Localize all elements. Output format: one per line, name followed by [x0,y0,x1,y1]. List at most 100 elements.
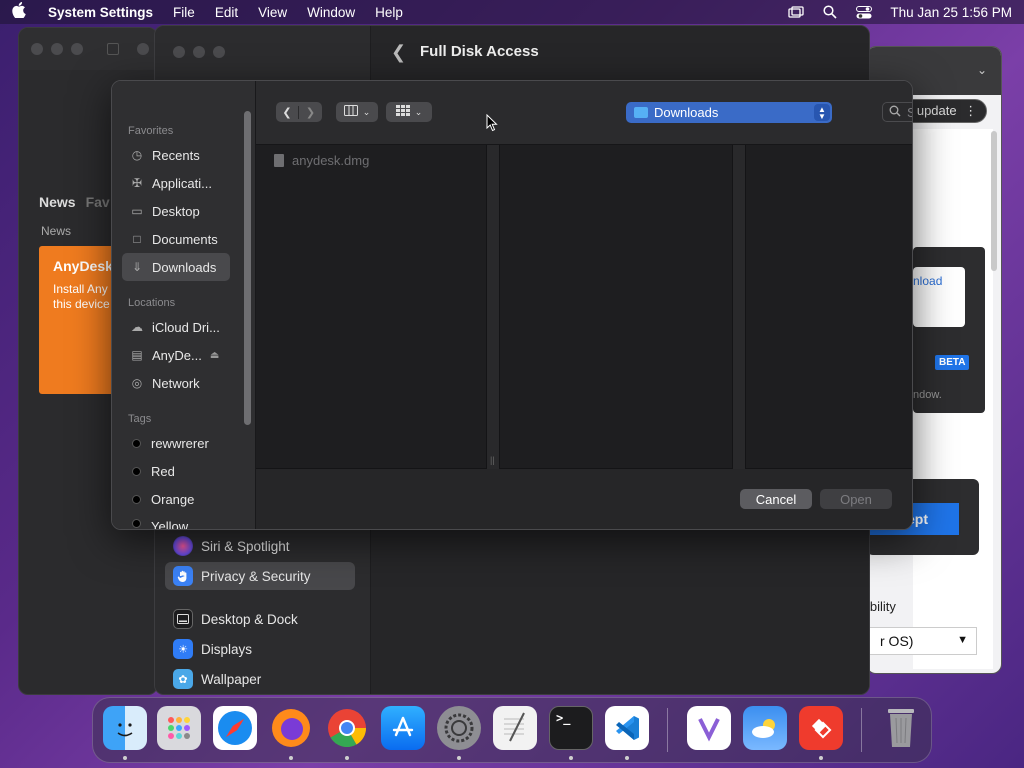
sidebar-tag[interactable]: rewwrerer [122,429,230,457]
system-settings-icon[interactable] [437,706,481,750]
file-name: anydesk.dmg [292,153,370,168]
scrollbar[interactable] [991,131,997,271]
column-divider[interactable]: || [486,145,500,469]
sidebar-toggle-icon[interactable] [107,43,119,55]
sidebar-tag[interactable]: Red [122,457,230,485]
search-input[interactable] [907,104,912,120]
menu-app-name[interactable]: System Settings [48,5,153,20]
sidebar-item-wallpaper[interactable]: ✿ Wallpaper [165,665,345,693]
tag-label: rewwrerer [151,435,209,451]
chevron-down-icon[interactable]: ⌄ [977,63,987,77]
drive-icon: ▤ [131,348,143,362]
dock-icon [173,609,193,629]
file-item[interactable]: anydesk.dmg [274,153,369,168]
back-arrow-icon[interactable]: ❮ [276,105,299,119]
finder-icon[interactable] [103,706,147,750]
eject-icon[interactable]: ⏏ [210,350,219,361]
sidebar-item-recents[interactable]: ◷ Recents [122,141,230,169]
more-icon[interactable]: ⋮ [964,103,977,118]
firefox-icon[interactable] [269,706,313,750]
chrome-icon[interactable] [325,706,369,750]
sidebar-tag[interactable]: Orange [122,485,230,513]
back-chevron-icon[interactable]: ❮ [391,42,406,63]
sidebar-item-desktop[interactable]: ▭ Desktop [122,197,230,225]
sidebar-item-privacy[interactable]: Privacy & Security [165,562,355,590]
mouse-cursor-icon [486,114,498,132]
tag-label: Yellow [151,519,189,529]
close-button[interactable] [173,46,185,58]
menu-bar: System Settings File Edit View Window He… [0,0,1024,24]
menu-clock[interactable]: Thu Jan 25 1:56 PM [890,5,1012,20]
locations-heading: Locations [128,297,176,309]
cancel-button[interactable]: Cancel [740,489,812,509]
running-indicator [457,756,461,760]
caret-down-icon: ▼ [957,634,968,646]
sidebar-item-applications[interactable]: ✠ Applicati... [122,169,230,197]
minimize-button[interactable] [193,46,205,58]
sidebar-item-documents[interactable]: □ Documents [122,225,230,253]
apple-menu-icon[interactable] [12,2,32,22]
sidebar-item-anydesk-volume[interactable]: ▤ AnyDe... ⏏ [122,341,230,369]
safari-icon[interactable] [213,706,257,750]
resize-handle-icon[interactable]: || [490,455,495,465]
search-icon [889,105,901,120]
visual-studio-icon[interactable] [687,706,731,750]
search-field[interactable] [882,102,912,122]
anydesk-icon[interactable] [799,706,843,750]
download-icon: ⇓ [131,260,143,274]
page-title: Full Disk Access [420,43,539,60]
sidebar-item-desktop-dock[interactable]: Desktop & Dock [165,605,345,633]
update-label: o update [906,103,957,118]
window-text: ndow. [913,389,942,401]
forward-arrow-icon[interactable]: ❯ [299,106,322,119]
sidebar-item-downloads[interactable]: ⇓ Downloads [122,253,230,281]
download-button[interactable]: nload [913,267,965,327]
sidebar-item-siri[interactable]: Siri & Spotlight [165,532,345,560]
tab-favorites[interactable]: Fav [86,194,110,210]
menu-help[interactable]: Help [375,5,403,20]
sidebar-scrollbar[interactable] [244,111,251,425]
trash-icon[interactable] [879,706,923,750]
siri-icon [173,536,193,556]
menu-view[interactable]: View [258,5,287,20]
open-button[interactable]: Open [820,489,892,509]
sidebar-item-label: Recents [152,147,200,163]
beta-badge: BETA [935,355,970,370]
sidebar-item-icloud[interactable]: ☁ iCloud Dri... [122,313,230,341]
os-select[interactable]: r OS) ▼ [867,627,977,655]
spotlight-search-icon[interactable] [822,5,838,19]
terminal-icon[interactable]: >_ [549,706,593,750]
sidebar-item-network[interactable]: ◎ Network [122,369,230,397]
view-mode-button[interactable]: ⌄ [336,102,378,122]
sidebar-tag[interactable]: Yellow [122,513,230,529]
screen-mirroring-icon[interactable] [788,5,805,19]
menu-edit[interactable]: Edit [215,5,238,20]
back-forward-buttons: ❮ ❯ [276,102,322,122]
running-indicator [289,756,293,760]
group-by-button[interactable]: ⌄ [386,102,432,122]
tab-news[interactable]: News [39,194,76,210]
running-indicator [625,756,629,760]
textedit-icon[interactable] [493,706,537,750]
column-divider[interactable] [732,145,746,469]
minimize-button[interactable] [51,43,63,55]
zoom-button[interactable] [71,43,83,55]
sidebar-item-displays[interactable]: ☀ Displays [165,635,345,663]
running-indicator [569,756,573,760]
launchpad-icon[interactable] [157,706,201,750]
status-dot [137,43,149,55]
app-store-icon[interactable] [381,706,425,750]
zoom-button[interactable] [213,46,225,58]
menu-file[interactable]: File [173,5,195,20]
control-center-icon[interactable] [856,5,873,19]
location-popup[interactable]: Downloads ▲ ▼ [626,102,832,123]
dock-separator [861,708,862,752]
tag-dot-icon [132,494,141,504]
hand-icon [173,566,193,586]
menu-window[interactable]: Window [307,5,355,20]
vscode-icon[interactable] [605,706,649,750]
weather-icon[interactable] [743,706,787,750]
close-button[interactable] [31,43,43,55]
column-browser: anydesk.dmg || [256,145,912,469]
sidebar-item-label: Siri & Spotlight [201,538,290,554]
